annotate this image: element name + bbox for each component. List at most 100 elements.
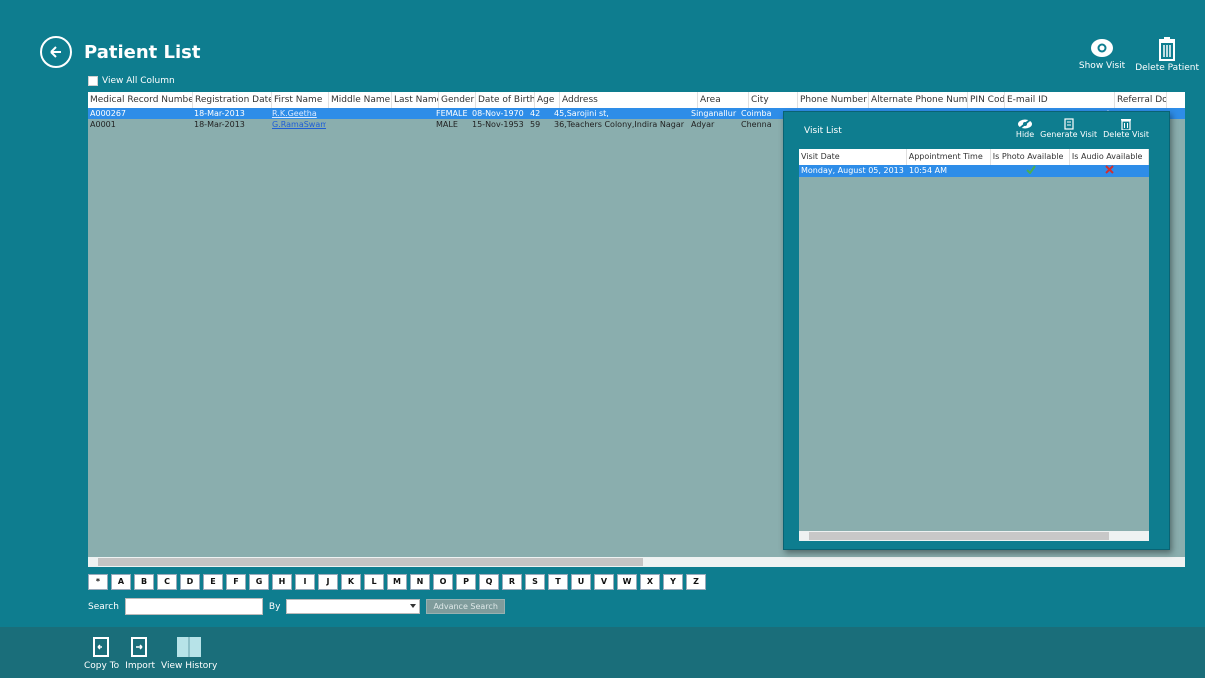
alpha-button[interactable]: B xyxy=(134,574,154,590)
alpha-button[interactable]: O xyxy=(433,574,453,590)
alpha-button[interactable]: I xyxy=(295,574,315,590)
col-header[interactable]: City xyxy=(749,92,798,108)
visit-list-panel: Visit List Hide Generate Visit Delete Vi… xyxy=(783,111,1170,550)
hide-button[interactable]: Hide xyxy=(1016,118,1034,139)
alpha-button[interactable]: N xyxy=(410,574,430,590)
scrollbar-thumb[interactable] xyxy=(809,532,1109,540)
col-header[interactable]: Address xyxy=(560,92,698,108)
eye-icon xyxy=(1091,39,1114,57)
col-header[interactable]: Date of Birth xyxy=(476,92,535,108)
alpha-button[interactable]: A xyxy=(111,574,131,590)
alpha-button[interactable]: L xyxy=(364,574,384,590)
alpha-button[interactable]: * xyxy=(88,574,108,590)
copy-to-button[interactable]: Copy To xyxy=(84,635,119,671)
scrollbar-thumb[interactable] xyxy=(98,558,643,566)
by-label: By xyxy=(268,601,281,612)
bottom-app-bar: Copy To Import View History xyxy=(0,627,1205,678)
cell-middle-name xyxy=(326,119,388,130)
search-by-select[interactable] xyxy=(286,599,421,614)
alpha-button[interactable]: H xyxy=(272,574,292,590)
alpha-button[interactable]: C xyxy=(157,574,177,590)
cell-address: 45,Sarojini st, xyxy=(554,109,609,118)
back-button[interactable] xyxy=(40,36,72,68)
view-history-button[interactable]: View History xyxy=(161,635,217,671)
col-header[interactable]: Middle Name xyxy=(329,92,392,108)
view-all-label: View All Column xyxy=(102,76,175,86)
alpha-button[interactable]: J xyxy=(318,574,338,590)
col-header[interactable]: Medical Record Number xyxy=(88,92,193,108)
alpha-button[interactable]: D xyxy=(180,574,200,590)
check-icon xyxy=(1025,165,1036,175)
alpha-button[interactable]: Q xyxy=(479,574,499,590)
advance-search-button[interactable]: Advance Search xyxy=(426,599,505,614)
import-button[interactable]: Import xyxy=(125,635,155,671)
cell-gender: FEMALE xyxy=(436,109,468,118)
col-header[interactable]: PIN Code xyxy=(968,92,1005,108)
back-arrow-icon xyxy=(50,46,61,58)
col-header[interactable]: Is Audio Available xyxy=(1070,149,1150,165)
col-header[interactable]: E-mail ID xyxy=(1005,92,1115,108)
view-all-column-toggle[interactable]: View All Column xyxy=(88,76,175,86)
col-header[interactable]: Phone Number xyxy=(798,92,869,108)
col-header[interactable]: First Name xyxy=(272,92,329,108)
delete-visit-label: Delete Visit xyxy=(1103,130,1149,139)
alpha-button[interactable]: M xyxy=(387,574,407,590)
generate-visit-button[interactable]: Generate Visit xyxy=(1040,118,1097,139)
alpha-button[interactable]: G xyxy=(249,574,269,590)
patient-name-link[interactable]: R.K.Geetha xyxy=(272,109,317,118)
cell-address: 36,Teachers Colony,Indira Nagar xyxy=(554,120,685,129)
col-header[interactable]: Referral Do xyxy=(1115,92,1167,108)
delete-patient-button[interactable]: Delete Patient xyxy=(1135,37,1199,73)
delete-visit-button[interactable]: Delete Visit xyxy=(1103,118,1149,139)
alpha-button[interactable]: U xyxy=(571,574,591,590)
alpha-button[interactable]: P xyxy=(456,574,476,590)
title-row: Patient List xyxy=(40,36,200,68)
col-header[interactable]: Gender xyxy=(439,92,476,108)
visit-row[interactable]: Monday, August 05, 2013 10:54 AM xyxy=(799,165,1149,177)
col-header[interactable]: Visit Date xyxy=(799,149,907,165)
show-visit-button[interactable]: Show Visit xyxy=(1079,37,1125,73)
alpha-button[interactable]: T xyxy=(548,574,568,590)
cell-photo xyxy=(991,165,1070,177)
alpha-button[interactable]: E xyxy=(203,574,223,590)
col-header[interactable]: Last Name xyxy=(392,92,439,108)
alpha-button[interactable]: W xyxy=(617,574,637,590)
col-header[interactable]: Registration Date xyxy=(193,92,272,108)
alpha-button[interactable]: F xyxy=(226,574,246,590)
col-header[interactable]: Appointment Time xyxy=(907,149,991,165)
col-header[interactable]: Alternate Phone Number xyxy=(869,92,968,108)
alphabet-filter: * A B C D E F G H I J K L M N O P Q R S … xyxy=(88,574,706,590)
cell-age: 59 xyxy=(530,120,541,129)
visit-grid-scrollbar[interactable] xyxy=(799,531,1149,541)
copy-icon xyxy=(92,637,109,657)
col-header[interactable]: Area xyxy=(698,92,749,108)
visit-grid-header: Visit Date Appointment Time Is Photo Ava… xyxy=(799,149,1150,165)
alpha-button[interactable]: S xyxy=(525,574,545,590)
patient-name-link[interactable]: G.RamaSwamy xyxy=(272,120,326,129)
trash-icon xyxy=(1121,119,1132,130)
alpha-button[interactable]: Y xyxy=(663,574,683,590)
alpha-button[interactable]: X xyxy=(640,574,660,590)
visit-actions: Hide Generate Visit Delete Visit xyxy=(1016,118,1149,139)
grid-horizontal-scrollbar[interactable] xyxy=(88,557,1185,567)
alpha-button[interactable]: K xyxy=(341,574,361,590)
col-header[interactable]: Age xyxy=(535,92,560,108)
cell-dob: 15-Nov-1953 xyxy=(472,120,524,129)
alpha-button[interactable]: Z xyxy=(686,574,706,590)
alpha-button[interactable]: R xyxy=(502,574,522,590)
cell-city: Coimba xyxy=(741,109,772,118)
col-header[interactable]: Is Photo Available xyxy=(991,149,1070,165)
patient-list-page: Patient List View All Column Show Visit … xyxy=(0,0,1205,678)
show-visit-label: Show Visit xyxy=(1078,61,1126,71)
alpha-button[interactable]: V xyxy=(594,574,614,590)
search-input[interactable] xyxy=(124,598,263,615)
document-icon xyxy=(1064,118,1074,130)
cell-first-name: G.RamaSwamy xyxy=(270,119,326,130)
delete-patient-label: Delete Patient xyxy=(1135,63,1199,73)
view-all-checkbox[interactable] xyxy=(88,76,98,86)
book-icon xyxy=(177,637,202,657)
cell-mrn: A000267 xyxy=(90,109,127,118)
import-label: Import xyxy=(125,661,156,671)
cell-last-name xyxy=(388,108,434,119)
cell-time: 10:54 AM xyxy=(909,166,947,175)
